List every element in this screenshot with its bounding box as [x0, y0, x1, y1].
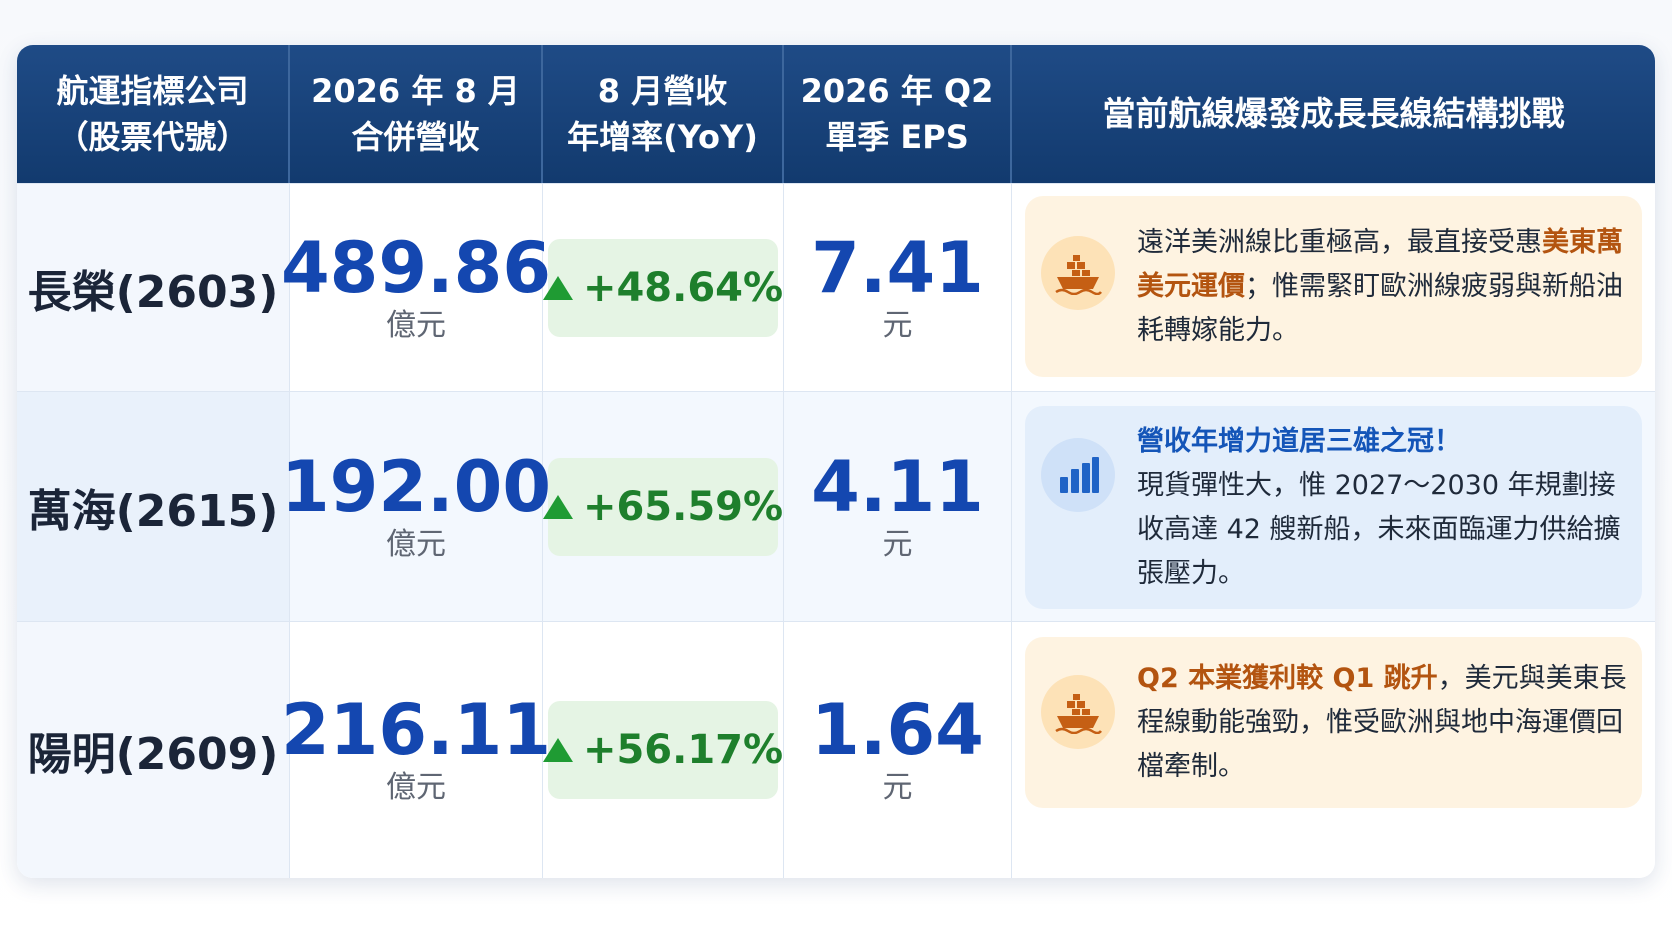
- highlight-text: Q2 本業獲利較 Q1 跳升: [1137, 662, 1438, 694]
- challenge-text: Q2 本業獲利較 Q1 跳升，美元與美東長程線動能強勁，惟受歐洲與地中海運價回檔…: [1137, 662, 1627, 782]
- revenue-cell: 489.86 億元: [281, 184, 551, 391]
- table-header: 航運指標公司 （股票代號） 2026 年 8 月 合併營收 8 月營收 年增率(…: [17, 45, 1655, 183]
- revenue-unit: 億元: [386, 307, 446, 343]
- challenge-text: 遠洋美洲線比重極高，最直接受惠美東萬美元運價；惟需緊盯歐洲線疲弱與新船油耗轉嫁能…: [1137, 226, 1623, 346]
- eps-value: 4.11: [811, 445, 984, 528]
- highlight-text: 營收年增力道居三雄之冠！: [1137, 425, 1461, 457]
- yoy-cell: +56.17%: [542, 622, 784, 878]
- eps-unit: 元: [882, 770, 913, 805]
- yoy-cell: +65.59%: [542, 392, 784, 621]
- header-revenue: 2026 年 8 月 合併營收: [290, 45, 543, 183]
- revenue-unit: 億元: [386, 526, 446, 562]
- company-cell: 陽明(2609): [17, 622, 290, 878]
- eps-value: 7.41: [811, 226, 984, 309]
- revenue-cell: 192.00 億元: [281, 392, 551, 621]
- yoy-cell: +48.64%: [542, 184, 784, 391]
- header-yoy: 8 月營收 年增率(YoY): [543, 45, 784, 183]
- ship-icon: [1041, 236, 1115, 310]
- eps-value: 1.64: [811, 689, 984, 771]
- yoy-badge: +48.64%: [542, 238, 783, 337]
- bar-chart-icon: [1041, 438, 1115, 512]
- revenue-unit: 億元: [386, 770, 446, 805]
- yoy-badge: +56.17%: [542, 701, 783, 799]
- revenue-value: 489.86: [280, 226, 552, 309]
- revenue-value: 192.00: [280, 445, 552, 528]
- up-triangle-icon: [542, 494, 573, 519]
- shipping-comparison-table: 航運指標公司 （股票代號） 2026 年 8 月 合併營收 8 月營收 年增率(…: [17, 45, 1655, 878]
- eps-unit: 元: [882, 526, 913, 562]
- eps-cell: 4.11 元: [784, 392, 1012, 621]
- table-row: 萬海(2615) 192.00 億元 +65.59% 4.11 元 營收年增力道…: [17, 391, 1655, 621]
- challenge-text: 營收年增力道居三雄之冠！ 現貨彈性大，惟 2027～2030 年規劃接收高達 42…: [1137, 425, 1621, 589]
- header-company: 航運指標公司 （股票代號）: [17, 45, 290, 183]
- challenge-cell: Q2 本業獲利較 Q1 跳升，美元與美東長程線動能強勁，惟受歐洲與地中海運價回檔…: [1012, 622, 1655, 878]
- eps-unit: 元: [882, 307, 913, 343]
- eps-cell: 7.41 元: [784, 184, 1012, 391]
- header-eps: 2026 年 Q2 單季 EPS: [784, 45, 1012, 183]
- ship-icon: [1041, 675, 1115, 749]
- challenge-note: 營收年增力道居三雄之冠！ 現貨彈性大，惟 2027～2030 年規劃接收高達 42…: [1025, 406, 1642, 609]
- challenge-cell: 遠洋美洲線比重極高，最直接受惠美東萬美元運價；惟需緊盯歐洲線疲弱與新船油耗轉嫁能…: [1012, 184, 1655, 391]
- challenge-cell: 營收年增力道居三雄之冠！ 現貨彈性大，惟 2027～2030 年規劃接收高達 42…: [1012, 392, 1655, 621]
- company-name: 長榮(2603): [27, 266, 279, 318]
- challenge-note: 遠洋美洲線比重極高，最直接受惠美東萬美元運價；惟需緊盯歐洲線疲弱與新船油耗轉嫁能…: [1025, 196, 1642, 377]
- yoy-badge: +65.59%: [542, 457, 783, 556]
- company-name: 萬海(2615): [27, 485, 279, 537]
- table-row: 長榮(2603) 489.86 億元 +48.64% 7.41 元 遠洋美洲線比…: [17, 183, 1655, 391]
- revenue-cell: 216.11 億元: [281, 622, 551, 878]
- company-cell: 長榮(2603): [17, 184, 290, 391]
- up-triangle-icon: [542, 275, 573, 300]
- eps-cell: 1.64 元: [784, 622, 1012, 878]
- company-cell: 萬海(2615): [17, 392, 290, 621]
- company-name: 陽明(2609): [27, 729, 279, 780]
- challenge-note: Q2 本業獲利較 Q1 跳升，美元與美東長程線動能強勁，惟受歐洲與地中海運價回檔…: [1025, 637, 1642, 808]
- table-row: 陽明(2609) 216.11 億元 +56.17% 1.64 元 Q2 本業獲…: [17, 621, 1655, 878]
- header-challenges: 當前航線爆發成長長線結構挑戰: [1102, 94, 1565, 133]
- up-triangle-icon: [542, 738, 573, 762]
- revenue-value: 216.11: [280, 689, 552, 771]
